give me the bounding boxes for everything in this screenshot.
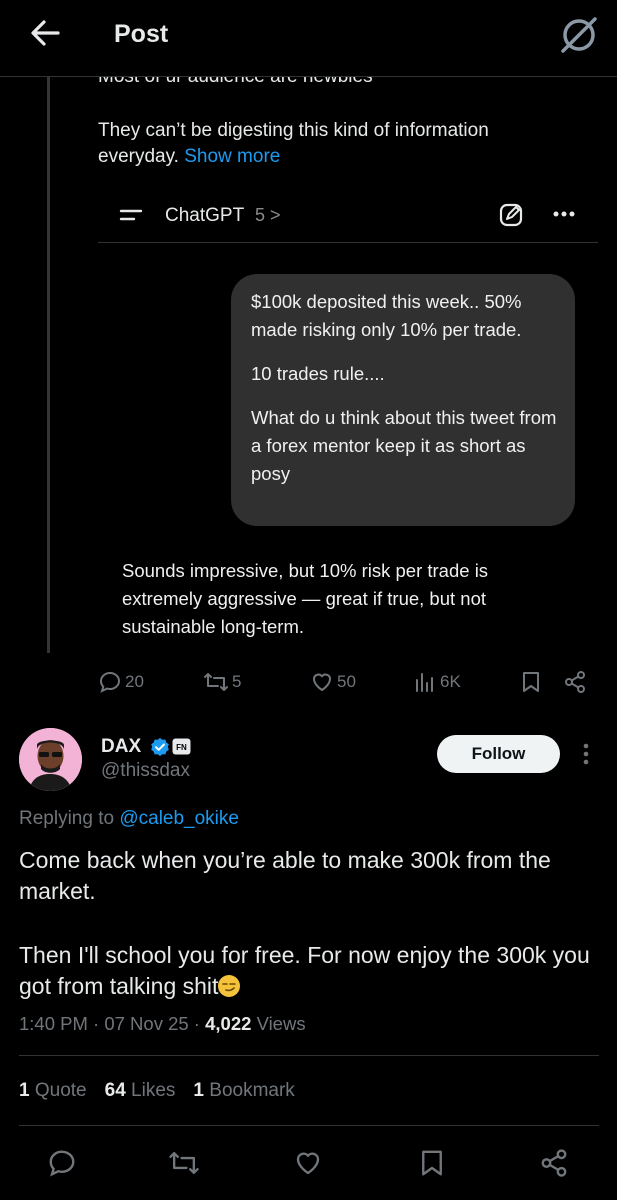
share-icon[interactable] [539,1148,569,1178]
likes-label: Likes [131,1080,176,1101]
top-bar: Post [0,0,617,77]
reply-count: 20 [125,672,144,691]
show-more-link[interactable]: Show more [184,146,280,167]
page-title: Post [114,20,169,48]
like-action[interactable]: 50 [310,670,356,694]
views-icon [413,670,437,694]
repost-action[interactable]: 5 [203,670,241,694]
post-text-paragraph: Then I'll school you for free. For now e… [19,940,604,1002]
post-text: Then I'll school you for free. For now e… [19,942,590,999]
message-line: What do u think about this tweet from a … [251,407,557,484]
repost-icon [203,670,229,694]
bookmark-icon[interactable] [519,670,543,694]
avatar[interactable] [19,728,82,791]
affiliate-badge-text: FN [176,743,187,752]
chatgpt-title[interactable]: ChatGPT [165,205,244,227]
user-message-bubble: $100k deposited this week.. 50% made ris… [231,274,575,526]
bookmarks-stat[interactable]: 1 Bookmark [193,1080,294,1102]
likes-stat[interactable]: 64 Likes [105,1080,176,1102]
views-action[interactable]: 6K [413,670,461,694]
more-icon[interactable] [551,204,577,224]
views-count: 6K [440,672,461,691]
message-line: $100k deposited this week.. 50% made ris… [251,291,522,340]
replying-to-link[interactable]: @caleb_okike [119,808,239,829]
heart-icon[interactable] [293,1148,323,1178]
verified-badge-icon [150,737,170,757]
like-count: 50 [337,672,356,691]
chatgpt-version[interactable]: 5 > [255,205,281,226]
more-vertical-icon[interactable] [582,742,590,766]
post-time[interactable]: 1:40 PM · 07 Nov 25 · [19,1013,200,1034]
bookmark-icon[interactable] [417,1148,447,1178]
follow-button[interactable]: Follow [437,735,560,773]
reply-icon[interactable] [47,1148,77,1178]
repost-count: 5 [232,672,242,691]
quotes-stat[interactable]: 1 Quote [19,1080,87,1102]
heart-icon [310,670,334,694]
engagement-stats: 1 Quote 64 Likes 1 Bookmark [19,1080,295,1102]
menu-icon[interactable] [118,205,144,225]
views-label: Views [256,1013,306,1034]
views-count: 4,022 [205,1013,252,1034]
author-name[interactable]: DAX [101,736,141,758]
divider [19,1055,599,1056]
affiliate-badge: FN [172,738,191,755]
reply-action[interactable]: 20 [98,670,144,694]
paragraph-text: They can’t be digesting this kind of inf… [98,120,489,167]
divider [19,1125,599,1126]
new-chat-icon[interactable] [498,202,524,228]
reply-icon [98,670,122,694]
back-arrow-icon[interactable] [28,16,62,50]
replying-to: Replying to @caleb_okike [19,808,239,830]
quotes-label: Quote [34,1080,87,1101]
quotes-count: 1 [19,1080,30,1101]
bookmarks-count: 1 [193,1080,204,1101]
repost-icon[interactable] [168,1148,200,1178]
bookmarks-label: Bookmark [209,1080,295,1101]
replying-prefix: Replying to [19,808,115,829]
smirk-emoji-icon [218,975,241,997]
grok-icon[interactable] [558,14,600,56]
assistant-reply: Sounds impressive, but 10% risk per trad… [122,560,489,637]
post-text-paragraph: Come back when you’re able to make 300k … [19,847,551,904]
post-paragraph: They can’t be digesting this kind of inf… [98,118,568,170]
thread-line [47,76,50,653]
post-meta: 1:40 PM · 07 Nov 25 · 4,022 Views [19,1013,306,1035]
likes-count: 64 [104,1080,126,1101]
share-icon[interactable] [563,670,587,694]
author-handle[interactable]: @thissdax [101,760,190,782]
message-line: 10 trades rule.... [251,363,385,384]
chatgpt-bar: ChatGPT 5 > [98,192,598,243]
